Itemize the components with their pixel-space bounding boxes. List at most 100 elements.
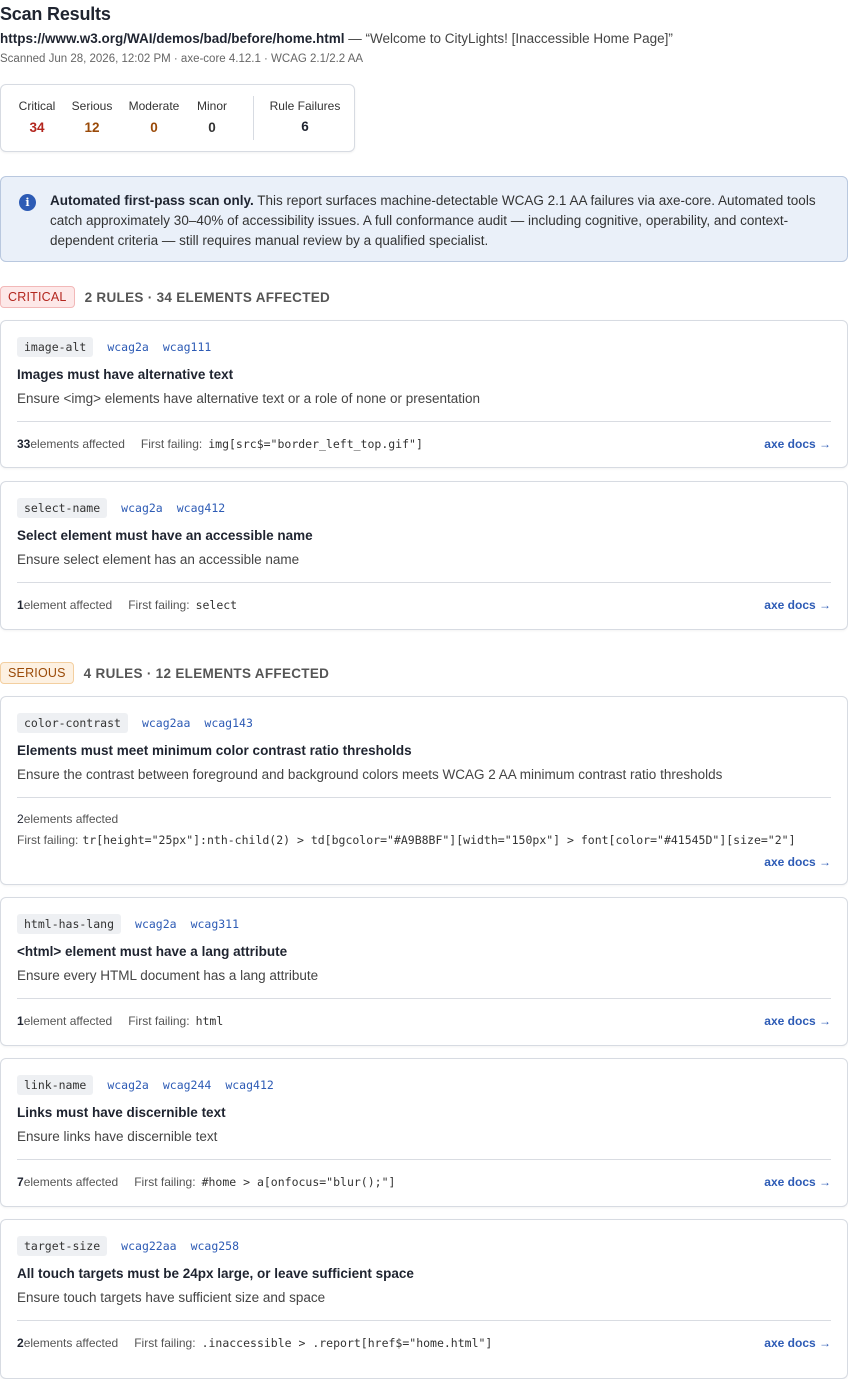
wcag-tag[interactable]: wcag2a — [135, 917, 177, 931]
card-divider — [17, 797, 831, 798]
rule-id: select-name — [17, 498, 108, 518]
failing-selector: img[src$="border_left_top.gif"] — [208, 437, 423, 451]
rule-id: color-contrast — [17, 713, 128, 733]
stat-minor: Minor 0 — [195, 99, 229, 135]
serious-group-header: SERIOUS 4 RULES · 12 ELEMENTS AFFECTED — [0, 662, 329, 684]
rule-card-color-contrast: color-contrast wcag2aa wcag143 Elements … — [0, 696, 848, 885]
stat-moderate: Moderate 0 — [126, 99, 182, 135]
scanned-page-title: — “Welcome to CityLights! [Inaccessible … — [344, 31, 673, 46]
rule-description: Ensure touch targets have sufficient siz… — [17, 1290, 326, 1305]
scanned-url-line: https://www.w3.org/WAI/demos/bad/before/… — [0, 31, 673, 46]
affected-label: elements affected — [23, 812, 119, 826]
wcag-tag[interactable]: wcag111 — [163, 340, 211, 354]
stat-critical: Critical 34 — [17, 99, 57, 135]
stat-label: Minor — [196, 99, 227, 113]
wcag-tag[interactable]: wcag143 — [204, 716, 252, 730]
card-divider — [17, 998, 831, 999]
stat-serious: Serious 12 — [70, 99, 114, 135]
axe-docs-link[interactable]: axe docs → — [764, 1014, 831, 1028]
rule-card-image-alt: image-alt wcag2a wcag111 Images must hav… — [0, 320, 848, 468]
wcag-tag[interactable]: wcag258 — [191, 1239, 239, 1253]
rule-tags: color-contrast wcag2aa wcag143 — [17, 713, 253, 733]
stat-label: Moderate — [128, 99, 180, 113]
stat-value: 34 — [29, 120, 45, 135]
stat-value: 0 — [208, 120, 216, 135]
rule-tags: html-has-lang wcag2a wcag311 — [17, 914, 239, 934]
first-failing-label: First failing: — [134, 1175, 196, 1189]
affected-count: 7 — [17, 1175, 24, 1189]
failing-selector: .inaccessible > .report[href$="home.html… — [201, 1336, 493, 1350]
stat-value: 0 — [150, 120, 158, 135]
first-failing-label: First failing: — [128, 1014, 190, 1028]
wcag-tag[interactable]: wcag311 — [191, 917, 239, 931]
card-divider — [17, 1159, 831, 1160]
axe-docs-link[interactable]: axe docs → — [764, 437, 831, 451]
rule-card-select-name: select-name wcag2a wcag412 Select elemen… — [0, 481, 848, 630]
rule-footer: 7 elements affected First failing: #home… — [17, 1175, 395, 1189]
rule-title: Links must have discernible text — [17, 1105, 226, 1120]
rule-title: Select element must have an accessible n… — [17, 528, 313, 543]
rule-description: Ensure select element has an accessible … — [17, 552, 300, 567]
stat-value: 12 — [84, 120, 100, 135]
failing-selector: #home > a[onfocus="blur();"] — [201, 1175, 396, 1189]
rule-card-target-size: target-size wcag22aa wcag258 All touch t… — [0, 1219, 848, 1379]
axe-docs-link[interactable]: axe docs → — [764, 855, 831, 869]
rule-card-html-has-lang: html-has-lang wcag2a wcag311 <html> elem… — [0, 897, 848, 1046]
rule-footer: 2 elements affected — [17, 812, 118, 826]
wcag-tag[interactable]: wcag2a — [107, 1078, 149, 1092]
card-divider — [17, 421, 831, 422]
affected-count: 33 — [17, 437, 31, 451]
axe-docs-link[interactable]: axe docs → — [764, 1336, 831, 1350]
affected-label: element affected — [23, 598, 113, 612]
rule-tags: image-alt wcag2a wcag111 — [17, 337, 211, 357]
rule-title: All touch targets must be 24px large, or… — [17, 1266, 414, 1281]
critical-group-header: CRITICAL 2 RULES · 34 ELEMENTS AFFECTED — [0, 286, 330, 308]
wcag-tag[interactable]: wcag2aa — [142, 716, 190, 730]
affected-label: element affected — [23, 1014, 113, 1028]
wcag-tag[interactable]: wcag412 — [225, 1078, 273, 1092]
axe-docs-link[interactable]: axe docs → — [764, 598, 831, 612]
scan-meta: Scanned Jun 28, 2026, 12:02 PM · axe-cor… — [0, 53, 364, 65]
page-title: Scan Results — [0, 4, 111, 24]
first-failing-label: First failing: — [17, 833, 79, 847]
rule-title: <html> element must have a lang attribut… — [17, 944, 288, 959]
failing-selector: tr[height="25px"]:nth-child(2) > td[bgco… — [82, 833, 796, 847]
critical-count: 2 RULES · 34 ELEMENTS AFFECTED — [84, 289, 331, 305]
stat-divider — [253, 96, 254, 140]
stat-label: Critical — [18, 99, 56, 113]
stat-label: Rule Failures — [269, 99, 341, 113]
wcag-tag[interactable]: wcag22aa — [121, 1239, 176, 1253]
summary-panel: Critical 34 Serious 12 Moderate 0 Minor … — [0, 84, 355, 152]
rule-tags: select-name wcag2a wcag412 — [17, 498, 225, 518]
rule-footer: 2 elements affected First failing: .inac… — [17, 1336, 492, 1350]
notice-text: Automated first-pass scan only. This rep… — [50, 191, 830, 251]
info-notice: i Automated first-pass scan only. This r… — [0, 176, 848, 262]
rule-title: Images must have alternative text — [17, 367, 234, 382]
rule-description: Ensure <img> elements have alternative t… — [17, 391, 481, 406]
info-icon: i — [19, 194, 36, 211]
wcag-tag[interactable]: wcag412 — [177, 501, 225, 515]
rule-description: Ensure every HTML document has a lang at… — [17, 968, 319, 983]
wcag-tag[interactable]: wcag2a — [107, 340, 149, 354]
rule-id: target-size — [17, 1236, 108, 1256]
first-failing-line: First failing: tr[height="25px"]:nth-chil… — [17, 833, 832, 847]
rule-tags: link-name wcag2a wcag244 wcag412 — [17, 1075, 274, 1095]
affected-label: elements affected — [30, 437, 125, 451]
notice-bold: Automated first-pass scan only. — [50, 193, 254, 208]
affected-label: elements affected — [23, 1175, 119, 1189]
rule-footer: 33 elements affected First failing: img[… — [17, 437, 423, 451]
axe-docs-link[interactable]: axe docs → — [764, 1175, 831, 1189]
rule-id: html-has-lang — [17, 914, 122, 934]
rule-title: Elements must meet minimum color contras… — [17, 743, 412, 758]
wcag-tag[interactable]: wcag244 — [163, 1078, 211, 1092]
scanned-url[interactable]: https://www.w3.org/WAI/demos/bad/before/… — [0, 31, 345, 46]
wcag-tag[interactable]: wcag2a — [121, 501, 163, 515]
affected-count: 2 — [17, 1336, 24, 1350]
rule-description: Ensure the contrast between foreground a… — [17, 767, 723, 782]
card-divider — [17, 1320, 831, 1321]
affected-label: elements affected — [23, 1336, 119, 1350]
rule-id: image-alt — [17, 337, 94, 357]
first-failing-label: First failing: — [128, 598, 190, 612]
stat-label: Serious — [71, 99, 113, 113]
affected-count: 1 — [17, 598, 24, 612]
